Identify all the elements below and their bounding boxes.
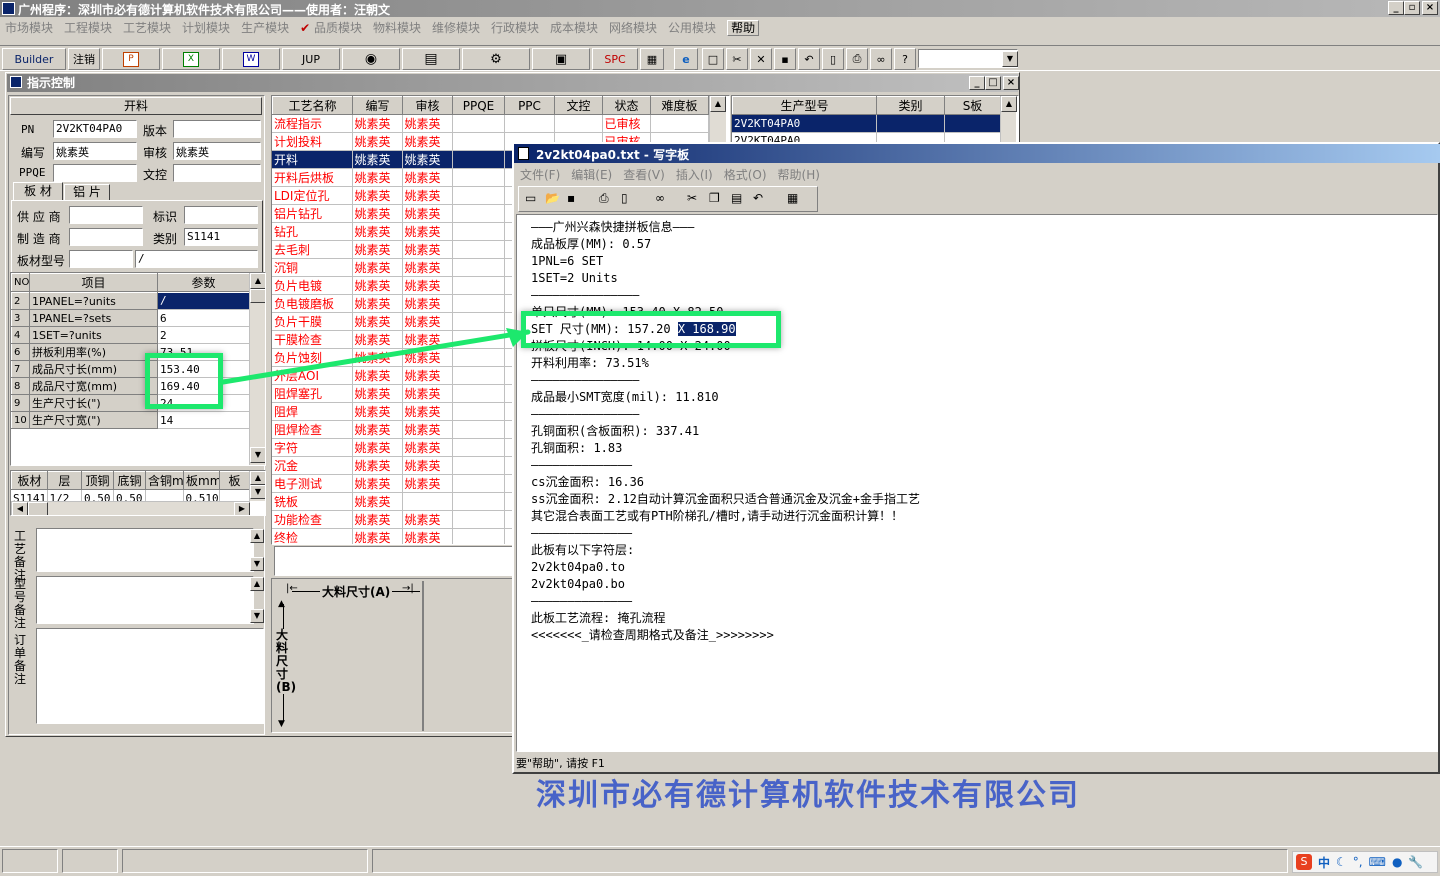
arrow-line bbox=[220, 329, 531, 385]
ime-mode[interactable]: 中 bbox=[1318, 854, 1330, 871]
keyboard-icon[interactable]: ⌨ bbox=[1369, 855, 1386, 869]
sogou-icon[interactable]: S bbox=[1296, 854, 1312, 870]
wrench-icon[interactable]: 🔧 bbox=[1408, 855, 1423, 869]
punctuation-icon[interactable]: °, bbox=[1353, 855, 1363, 869]
user-icon[interactable]: ● bbox=[1392, 855, 1402, 869]
status-pane-4 bbox=[372, 849, 1288, 873]
status-pane-3 bbox=[122, 849, 368, 873]
app-statusbar: S 中 ☾ °, ⌨ ● 🔧 bbox=[0, 846, 1440, 876]
status-pane-2 bbox=[62, 849, 118, 873]
moon-icon[interactable]: ☾ bbox=[1336, 855, 1347, 869]
status-pane-1 bbox=[2, 849, 58, 873]
highlight-arrow bbox=[220, 328, 531, 385]
ime-tray[interactable]: S 中 ☾ °, ⌨ ● 🔧 bbox=[1292, 851, 1438, 873]
